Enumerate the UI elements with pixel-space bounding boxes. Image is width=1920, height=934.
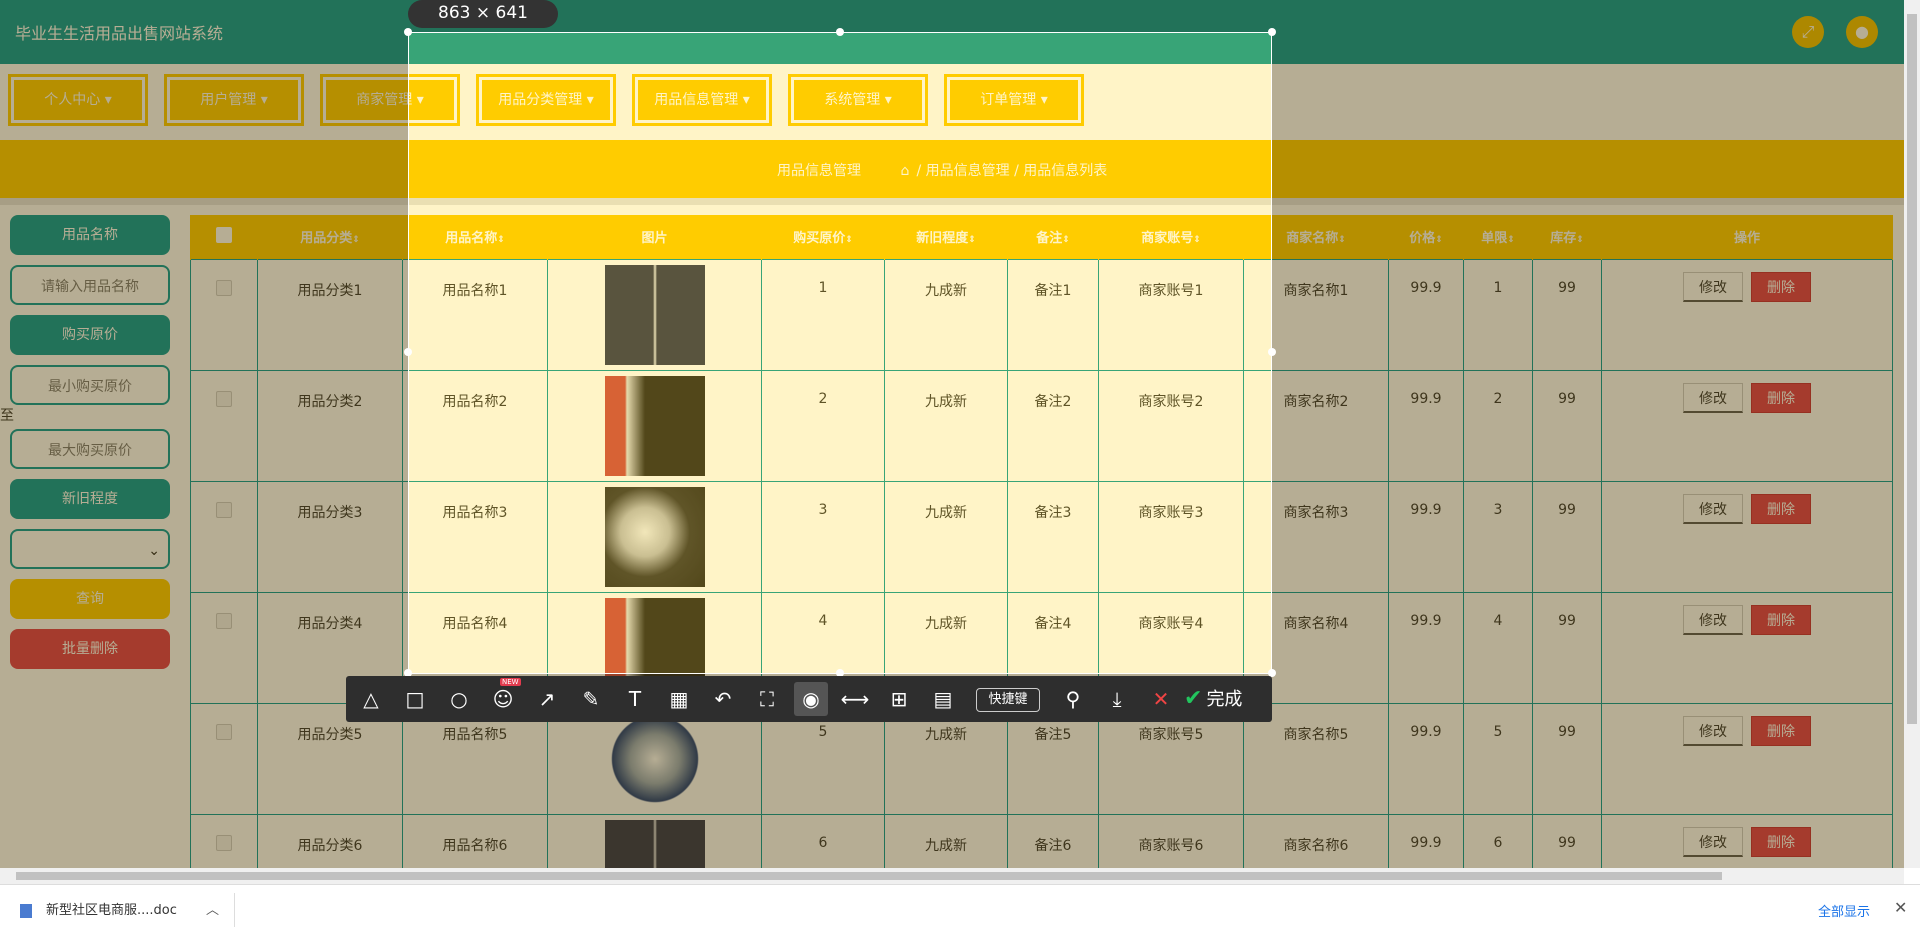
emoji-tool-icon[interactable]: ☺ (486, 682, 520, 716)
resize-handle[interactable] (836, 28, 844, 36)
resize-handle[interactable] (404, 348, 412, 356)
marker-tool-icon[interactable]: ✎ (574, 682, 608, 716)
divider (234, 893, 235, 927)
doc-file-icon (20, 903, 32, 918)
capture-dim-right (1272, 0, 1904, 868)
chevron-up-icon[interactable]: ︿ (206, 899, 219, 918)
horizontal-scrollbar[interactable] (0, 868, 1904, 884)
rectangle-tool-icon[interactable]: □ (398, 682, 432, 716)
mosaic-tool-icon[interactable]: ▦ (662, 682, 696, 716)
download-item[interactable]: 新型社区电商服....doc (20, 899, 177, 918)
capture-selection[interactable] (408, 32, 1272, 674)
arrow-tool-icon[interactable]: ↗ (530, 682, 564, 716)
snip-toolbar: △ □ ○ ☺ NEW ↗ ✎ T ▦ ↶ ⛶ ◉ ⟷ ⊞ ▤ 快捷键 ⚲ ⤓ … (346, 676, 1272, 722)
done-button[interactable]: ✔ 完成 (1184, 682, 1268, 716)
resize-handle[interactable] (404, 28, 412, 36)
resize-handle[interactable] (1268, 348, 1276, 356)
record-icon[interactable]: ◉ (794, 682, 828, 716)
shape-tool-icon[interactable]: △ (354, 682, 388, 716)
downloads-bar: 新型社区电商服....doc ︿ 全部显示 ✕ (0, 884, 1920, 934)
close-icon[interactable]: ✕ (1144, 682, 1178, 716)
add-capture-icon[interactable]: ⊞ (882, 682, 916, 716)
comment-icon[interactable]: ▤ (926, 682, 960, 716)
close-downloads-icon[interactable]: ✕ (1894, 898, 1907, 917)
download-icon[interactable]: ⤓ (1100, 682, 1134, 716)
undo-icon[interactable]: ↶ (706, 682, 740, 716)
checkmark-icon: ✔ (1184, 686, 1203, 711)
new-badge: NEW (500, 678, 521, 686)
ocr-icon[interactable]: ⛶ (750, 682, 784, 716)
resize-handle[interactable] (1268, 28, 1276, 36)
app-window: 毕业生生活用品出售网站系统 ⤢ ● 个人中心 ▾ 用户管理 ▾ 商家管理 ▾ 用… (0, 0, 1904, 868)
text-tool-icon[interactable]: T (618, 682, 652, 716)
show-all-link[interactable]: 全部显示 (1818, 901, 1870, 920)
pin-icon[interactable]: ⚲ (1056, 682, 1090, 716)
ellipse-tool-icon[interactable]: ○ (442, 682, 476, 716)
capture-dim-left (0, 0, 408, 868)
vertical-scrollbar[interactable] (1904, 0, 1920, 868)
shortcut-keys-button[interactable]: 快捷键 (976, 688, 1040, 712)
selection-size-label: 863 × 641 (408, 0, 558, 28)
long-screenshot-icon[interactable]: ⟷ (838, 682, 872, 716)
